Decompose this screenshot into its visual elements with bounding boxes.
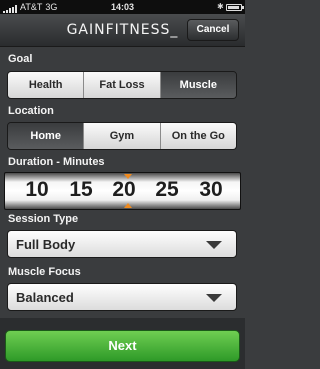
goal-option-fat-loss[interactable]: Fat Loss [84,72,161,98]
muscle-focus-label: Muscle Focus [8,266,81,278]
duration-value: 15 [69,178,93,201]
location-option-home[interactable]: Home [8,123,85,149]
location-option-gym[interactable]: Gym [84,123,161,149]
bluetooth-icon: ✱ [217,2,224,11]
chevron-down-icon [206,241,222,249]
location-option-on-the-go[interactable]: On the Go [160,123,236,149]
duration-value: 10 [25,178,49,201]
duration-label: Duration - Minutes [8,156,105,168]
status-time: 14:03 [110,2,135,12]
picker-marker-bottom [124,203,132,208]
duration-value: 30 [199,178,223,201]
duration-values: 10 15 20 25 30 [5,173,240,209]
muscle-focus-dropdown[interactable]: Balanced [7,283,237,311]
session-type-value: Full Body [16,237,76,252]
goal-option-health[interactable]: Health [8,72,85,98]
goal-label: Goal [8,53,33,65]
status-bar: AT&T 3G 14:03 ✱ [0,0,245,14]
session-type-dropdown[interactable]: Full Body [7,230,237,258]
muscle-focus-value: Balanced [16,290,74,305]
duration-value: 25 [155,178,179,201]
cancel-button[interactable]: Cancel [187,19,239,41]
battery-icon [226,3,244,11]
goal-option-muscle[interactable]: Muscle [160,72,236,98]
session-type-label: Session Type [8,213,79,225]
status-right: ✱ [217,2,244,11]
duration-picker[interactable]: 10 15 20 25 30 [4,172,241,210]
next-button[interactable]: Next [5,330,240,362]
chevron-down-icon [206,294,222,302]
location-segmented-control: Home Gym On the Go [7,122,237,150]
duration-value-selected: 20 [112,178,136,201]
goal-segmented-control: Health Fat Loss Muscle [7,71,237,99]
location-label: Location [8,105,54,117]
nav-bar: GAINFITNESS_ Cancel [0,14,245,47]
